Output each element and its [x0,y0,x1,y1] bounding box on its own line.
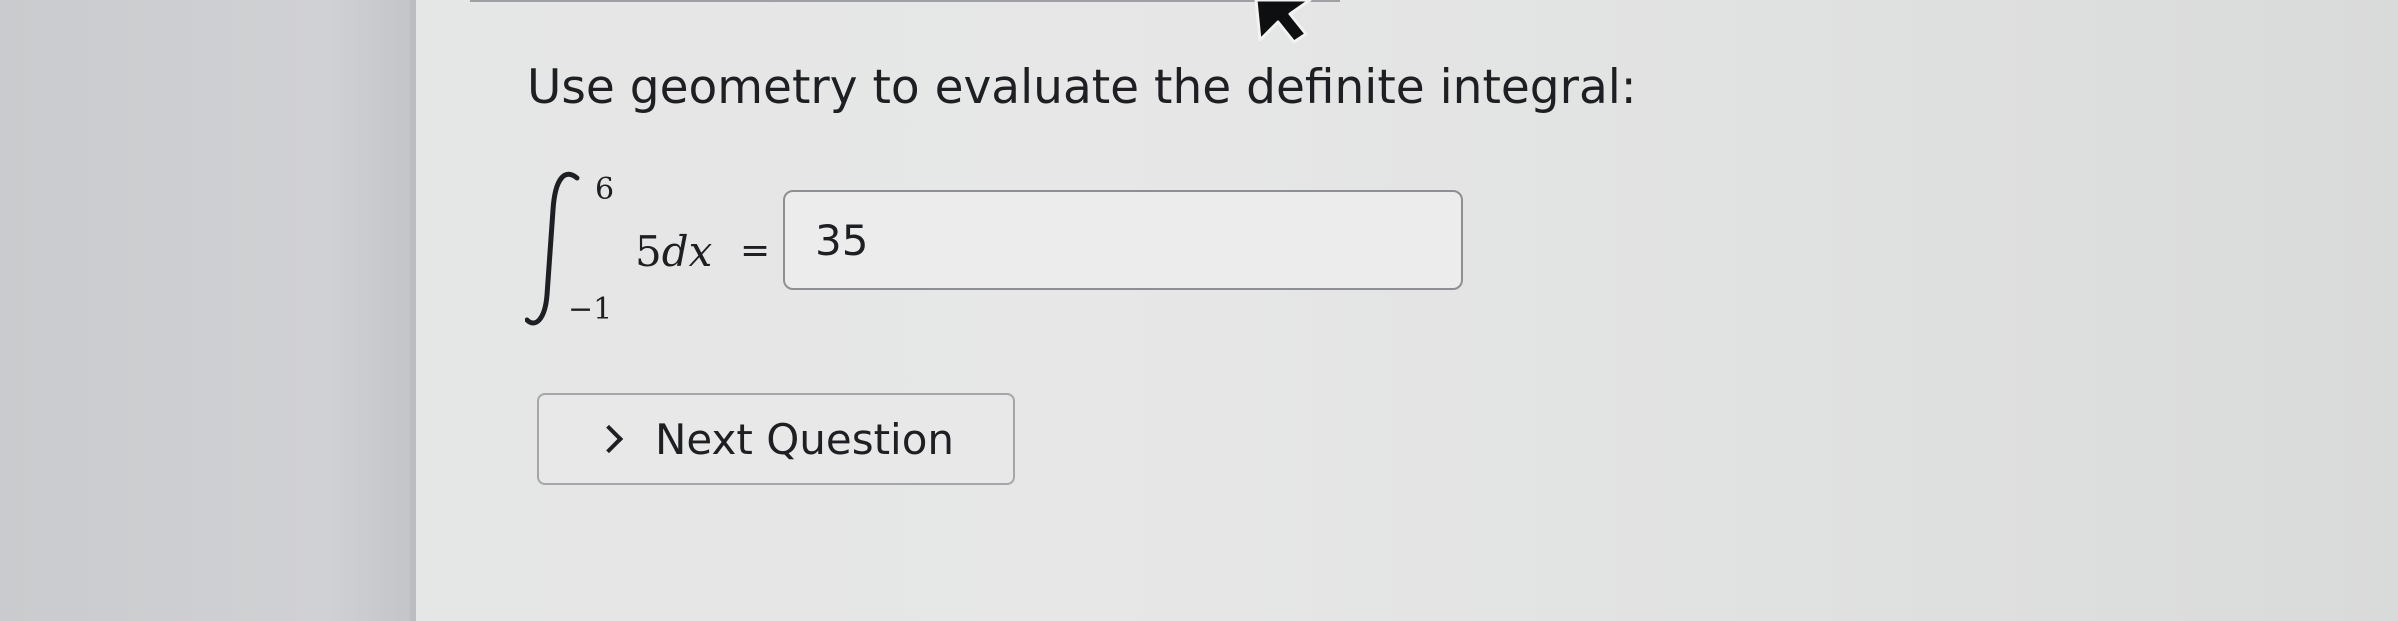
chevron-right-icon [594,424,624,454]
integrand-coefficient: 5 [635,227,662,276]
screen-bezel [0,0,410,621]
top-divider [470,0,1340,2]
integrand: 5dx [635,227,712,276]
integrand-differential: dx [661,227,713,276]
integral-lower-limit: −1 [568,292,613,327]
mouse-pointer-icon [1254,0,1312,44]
question-prompt: Use geometry to evaluate the definite in… [527,60,1637,115]
next-question-label: Next Question [655,414,955,464]
answer-input[interactable] [783,190,1463,290]
next-question-button[interactable]: Next Question [537,393,1015,485]
equals-sign: = [740,230,771,271]
integral-upper-limit: 6 [595,172,615,207]
